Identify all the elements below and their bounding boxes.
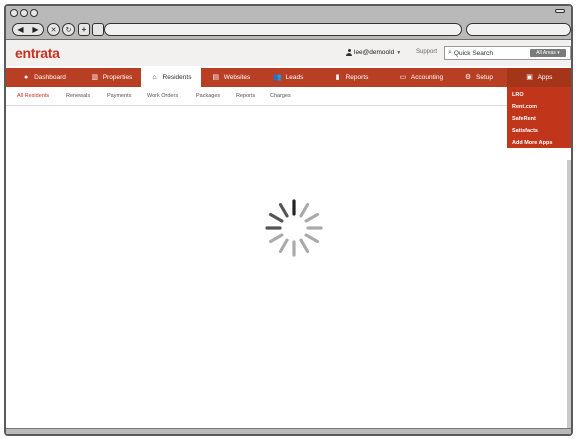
all-areas-label: All Areas [536, 50, 556, 56]
nav-reports-label: Reports [345, 74, 369, 81]
spinner-spoke [304, 212, 319, 223]
subnav-payments[interactable]: Payments [107, 93, 131, 99]
nav-websites[interactable]: ▤ Websites [201, 68, 261, 87]
nav-accounting-label: Accounting [410, 74, 444, 81]
nav-leads[interactable]: 👥 Leads [261, 68, 316, 87]
people-icon: 👥 [273, 73, 282, 81]
minimize-window-icon[interactable] [20, 9, 28, 17]
nav-dashboard[interactable]: ● Dashboard [6, 68, 82, 87]
nav-dashboard-label: Dashboard [34, 74, 66, 81]
subnav-packages[interactable]: Packages [196, 93, 220, 99]
reload-icon[interactable]: ↻ [62, 23, 75, 36]
home-icon: ⌂ [152, 73, 157, 81]
nav-setup-label: Setup [476, 74, 493, 81]
spinner-spoke [269, 212, 284, 223]
maximize-window-icon[interactable] [30, 9, 38, 17]
spinner-spoke [304, 233, 319, 244]
subnav-reports[interactable]: Reports [236, 93, 255, 99]
close-window-icon[interactable] [10, 9, 18, 17]
top-bar: entrata lee@demoold ▼ Support ⌕ Quick Se… [6, 40, 571, 66]
stop-icon[interactable]: ✕ [47, 23, 60, 36]
chevron-down-icon: ▼ [396, 49, 402, 56]
app-item-add-more-apps[interactable]: Add More Apps [507, 137, 571, 149]
gear-icon: ⚙ [464, 73, 472, 81]
spinner-spoke [299, 203, 310, 218]
user-name: lee@demoold [354, 49, 395, 56]
loading-spinner-icon [265, 199, 323, 257]
back-forward-buttons: ◀ ▶ [12, 23, 44, 36]
spinner-spoke [278, 203, 289, 218]
subnav-charges[interactable]: Charges [270, 93, 291, 99]
add-bookmark-icon[interactable]: + [78, 23, 90, 36]
app-item-lro[interactable]: LRO [507, 89, 571, 101]
forward-arrow-icon[interactable]: ▶ [32, 25, 38, 34]
nav-residents[interactable]: ⌂ Residents [141, 68, 201, 87]
nav-properties-label: Properties [102, 74, 133, 81]
user-menu[interactable]: lee@demoold ▼ [346, 49, 401, 56]
address-bar[interactable] [104, 23, 462, 36]
sub-nav: All Residents Renewals Payments Work Ord… [6, 89, 571, 103]
nav-setup[interactable]: ⚙ Setup [456, 68, 501, 87]
back-arrow-icon[interactable]: ◀ [17, 25, 23, 34]
quick-search-placeholder: Quick Search [453, 49, 493, 57]
app-item-satisfacts[interactable]: Satisfacts [507, 125, 571, 137]
support-link[interactable]: Support [416, 49, 437, 55]
nav-apps[interactable]: ▣ Apps [507, 68, 571, 87]
browser-window: ◀ ▶ ✕ ↻ + entrata lee@demoold ▼ Support … [4, 4, 573, 436]
spinner-spoke [269, 233, 284, 244]
window-toggle-icon[interactable] [555, 9, 565, 13]
entrata-logo[interactable]: entrata [15, 45, 60, 61]
apps-icon: ▣ [526, 73, 533, 81]
monitor-icon: ▤ [212, 73, 219, 81]
spinner-spoke [278, 238, 289, 253]
subnav-work-orders[interactable]: Work Orders [147, 93, 178, 99]
status-bar [6, 428, 571, 434]
quick-search-input[interactable]: ⌕ Quick Search All Areas ▾ [444, 46, 571, 60]
subnav-renewals[interactable]: Renewals [66, 93, 90, 99]
browser-search-field[interactable] [466, 23, 571, 36]
bar-chart-icon: ▮ [335, 73, 340, 81]
subnav-divider [6, 105, 571, 106]
info-icon: ● [23, 73, 29, 81]
nav-accounting[interactable]: ▭ Accounting [386, 68, 456, 87]
subnav-all-residents[interactable]: All Residents [17, 93, 49, 99]
main-nav: ● Dashboard ▥ Properties ⌂ Residents ▤ W… [6, 68, 571, 87]
app-item-rent-com[interactable]: Rent.com [507, 101, 571, 113]
nav-properties[interactable]: ▥ Properties [82, 68, 141, 87]
spinner-spoke [299, 238, 310, 253]
nav-residents-label: Residents [162, 74, 192, 81]
apps-dropdown: LRO Rent.com SafeRent Satisfacts Add Mor… [507, 87, 571, 148]
nav-apps-label: Apps [537, 74, 553, 81]
vertical-scrollbar[interactable] [567, 160, 571, 434]
entrata-app: entrata lee@demoold ▼ Support ⌕ Quick Se… [6, 40, 571, 434]
money-icon: ▭ [399, 73, 407, 81]
browser-toolbar: ◀ ▶ ✕ ↻ + [6, 6, 571, 40]
building-icon: ▥ [91, 73, 98, 81]
search-icon: ⌕ [448, 49, 452, 56]
user-icon [346, 49, 352, 56]
page-icon[interactable] [92, 23, 104, 36]
all-areas-select[interactable]: All Areas ▾ [530, 49, 566, 57]
nav-reports[interactable]: ▮ Reports [316, 68, 386, 87]
app-item-saferent[interactable]: SafeRent [507, 113, 571, 125]
nav-websites-label: Websites [223, 74, 251, 81]
nav-leads-label: Leads [285, 74, 304, 81]
